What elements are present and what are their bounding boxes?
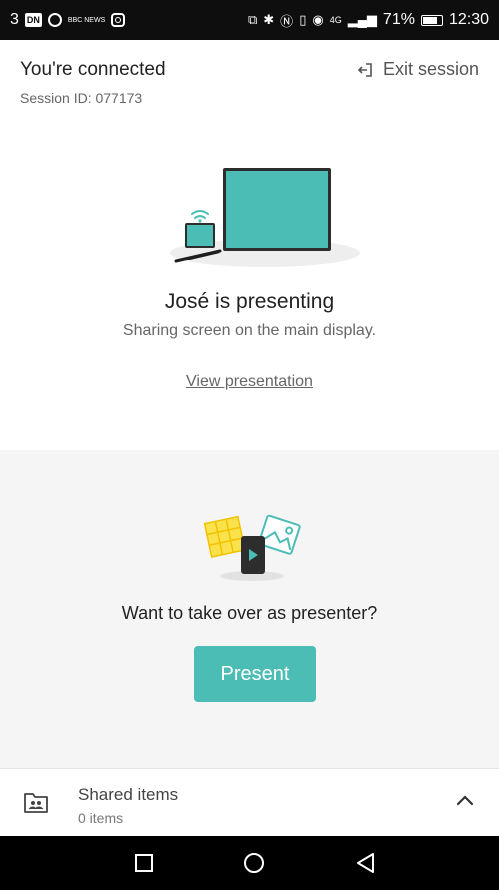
chevron-up-icon[interactable] (455, 793, 475, 807)
spreadsheet-icon (203, 515, 246, 558)
page-title: You're connected (20, 59, 166, 80)
vibrate-icon: ▯ (299, 12, 307, 27)
circle-icon (47, 13, 62, 27)
main-display-screen (226, 171, 328, 248)
shared-items-bar[interactable]: Shared items 0 items (0, 768, 499, 836)
status-bar: 3 DN BBC NEWS ⧉ ✱ Ⓝ ▯ ◉ 4G ▂▄▆ 71% 12:30 (0, 0, 499, 40)
presenting-illustration (170, 168, 360, 267)
back-button[interactable] (352, 849, 380, 877)
status-left: 3 DN BBC NEWS (10, 11, 126, 29)
carrier-label: 3 (10, 11, 19, 28)
presenting-subtitle: Sharing screen on the main display. (122, 322, 377, 339)
shared-items-title: Shared items (78, 785, 179, 804)
bluetooth-icon: ✱ (263, 12, 275, 27)
takeover-panel: Want to take over as presenter? Present (0, 450, 499, 768)
signal-icon: ▂▄▆ (347, 12, 377, 27)
nfc-icon: Ⓝ (280, 13, 294, 29)
exit-session-label: Exit session (382, 59, 479, 79)
battery-icon (420, 14, 443, 26)
navigation-bar (0, 836, 499, 890)
present-illustration (203, 514, 301, 581)
recents-button[interactable] (130, 849, 158, 877)
cast-icon: ⧉ (247, 12, 258, 27)
exit-session-button[interactable]: Exit session (357, 59, 479, 80)
shared-folder-icon (24, 793, 48, 813)
session-id: Session ID: 077173 (20, 90, 143, 106)
clock: 12:30 (448, 11, 489, 28)
news-icon: BBC NEWS (67, 16, 106, 24)
exit-icon (357, 62, 372, 77)
takeover-prompt: Want to take over as presenter? (121, 603, 378, 623)
status-right: ⧉ ✱ Ⓝ ▯ ◉ 4G ▂▄▆ 71% 12:30 (248, 11, 489, 30)
dn-badge: DN (24, 13, 42, 27)
view-presentation-wrap: View presentation (0, 373, 499, 391)
wifi-icon (191, 210, 209, 219)
view-presentation-link[interactable]: View presentation (186, 373, 313, 390)
home-button[interactable] (240, 849, 268, 877)
instagram-icon (111, 13, 126, 27)
battery-percent: 71% (382, 11, 415, 28)
present-button[interactable]: Present (194, 646, 316, 702)
presenting-title: José is presenting (164, 290, 335, 313)
network-label: 4G (329, 15, 342, 25)
shared-items-count: 0 items (78, 810, 124, 826)
eye-icon: ◉ (312, 12, 324, 27)
